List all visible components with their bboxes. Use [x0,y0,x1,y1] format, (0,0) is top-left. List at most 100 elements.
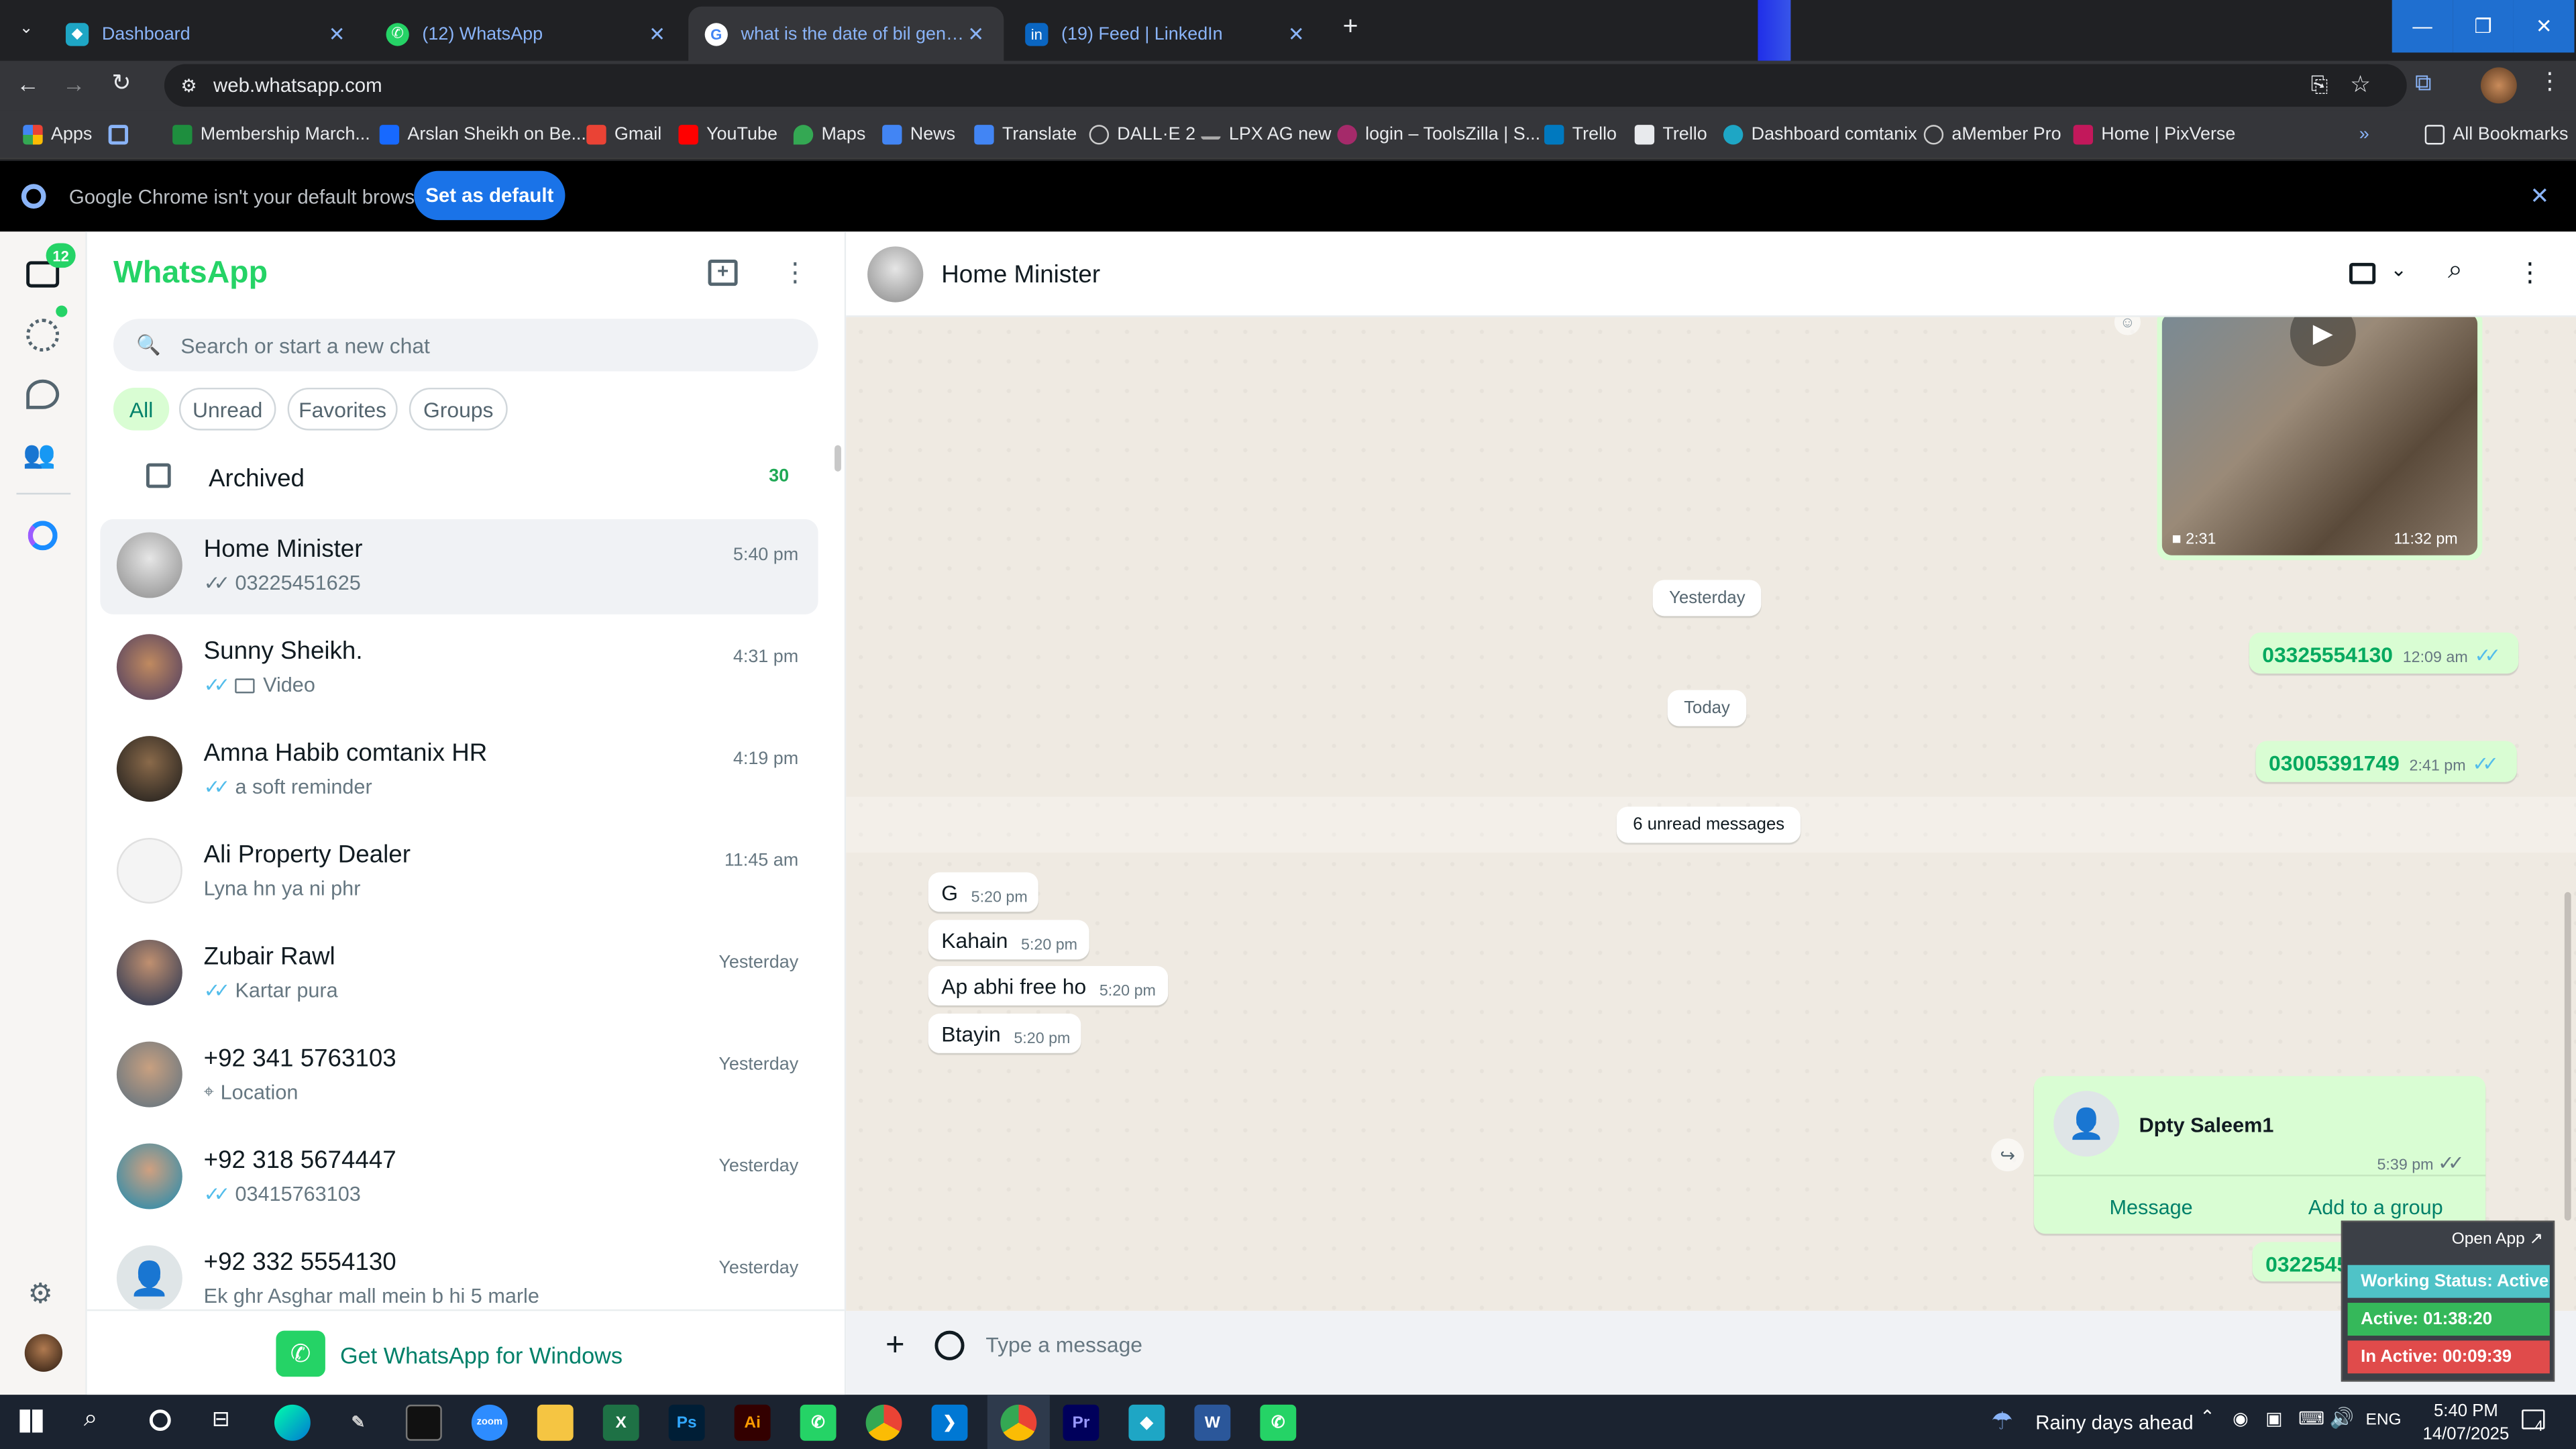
chrome-taskbar-icon[interactable] [865,1404,902,1441]
extensions-icon[interactable]: ⧉ [2415,69,2431,97]
message-input[interactable]: Type a message [985,1332,1142,1357]
bookmark-grid[interactable] [108,121,137,148]
chat-row-home-minister[interactable]: Home Minister ✓✓ 03225451625 5:40 pm [100,519,818,614]
edge-icon[interactable] [274,1404,311,1441]
outgoing-message[interactable]: 03005391749 2:41 pm ✓✓ [2255,741,2517,782]
chat-row-sunny-sheikh[interactable]: Sunny Sheikh. ✓✓ Video 4:31 pm [100,621,818,716]
window-close-icon[interactable]: ✕ [2513,0,2575,53]
forward-icon[interactable]: ↪ [1991,1138,2025,1172]
search-in-chat-icon[interactable]: ⌕ [2448,256,2463,286]
profile-avatar[interactable] [24,1334,63,1372]
close-tab-icon[interactable]: ✕ [1285,22,1307,45]
settings-gear-icon[interactable]: ⚙ [28,1278,53,1311]
cortana-icon[interactable] [149,1409,171,1432]
bookmark-amember[interactable]: aMember Pro [1923,121,2061,148]
file-explorer-icon[interactable] [537,1404,574,1441]
filter-favorites[interactable]: Favorites [287,387,398,431]
bookmark-apps[interactable]: Apps [23,121,92,148]
weather-text[interactable]: Rainy days ahead [2035,1411,2193,1434]
site-info-icon[interactable]: ⚙ [180,74,197,96]
chat-row-923415763103[interactable]: +92 341 5763103 ⌖ Location Yesterday [100,1028,818,1124]
bookmark-maps[interactable]: Maps [793,121,865,148]
contact-card-add-to-group-button[interactable]: Add to a group [2308,1196,2443,1219]
profile-avatar[interactable] [2480,67,2517,104]
windows-start-icon[interactable] [19,1409,43,1433]
conversation-header[interactable]: Home Minister ⌄ ⌕ ⋮ [846,231,2576,317]
contact-card-message-button[interactable]: Message [2109,1196,2192,1219]
close-tab-icon[interactable]: ✕ [965,22,987,45]
tray-app-icon[interactable]: ◉ [2233,1408,2249,1429]
chat-list-scrollbar[interactable] [835,445,841,472]
attach-plus-icon[interactable]: + [885,1328,905,1365]
clock-date[interactable]: 14/07/2025 [2416,1424,2515,1444]
sticker-icon[interactable] [934,1330,965,1360]
pen-tool-icon[interactable]: ✎ [340,1405,376,1441]
excel-icon[interactable]: X [602,1404,639,1441]
chat-row-ali-property[interactable]: Ali Property Dealer Lyna hn ya ni phr 11… [100,824,818,920]
task-view-icon[interactable]: ⊟ [212,1406,230,1432]
all-bookmarks[interactable]: All Bookmarks [2424,121,2568,148]
infobar-close-icon[interactable]: ✕ [2530,182,2549,211]
whatsapp-taskbar-icon[interactable]: ✆ [800,1404,837,1441]
tab-linkedin[interactable]: in (19) Feed | LinkedIn ✕ [1009,7,1324,61]
chat-row-amna-habib[interactable]: Amna Habib comtanix HR ✓✓ a soft reminder… [100,723,818,818]
archived-row[interactable]: Archived 30 [87,447,820,509]
messages-scrollbar[interactable] [2564,892,2571,1221]
network-icon[interactable]: ⌨ [2298,1408,2324,1429]
vscode-icon[interactable]: ❯ [931,1404,968,1441]
play-icon[interactable]: ▶ [2290,317,2356,367]
contact-avatar[interactable] [867,246,924,303]
set-as-default-button[interactable]: Set as default [414,170,566,221]
new-tab-plus-icon[interactable]: + [1331,10,1371,46]
channels-icon[interactable] [26,379,60,409]
bookmark-trello-2[interactable]: Trello [1634,121,1707,148]
bookmark-pixverse[interactable]: Home | PixVerse [2073,121,2235,148]
chrome-active-taskbar-icon[interactable] [1000,1404,1037,1441]
bookmark-dashboard-comtanix[interactable]: Dashboard comtanix [1723,121,1917,148]
incoming-message[interactable]: Kahain 5:20 pm [928,920,1089,960]
address-bar[interactable]: ⚙ web.whatsapp.com ⎘ ☆ [164,64,2407,107]
status-icon[interactable] [26,319,60,352]
bookmark-toolszilla[interactable]: login – ToolsZilla | S... [1337,121,1540,148]
volume-icon[interactable]: 🔊 [2330,1406,2355,1429]
bookmark-dalle[interactable]: DALL·E 2 [1089,121,1195,148]
back-icon[interactable]: ← [16,70,39,97]
chat-menu-icon[interactable]: ⋮ [2517,256,2543,289]
tray-device-icon[interactable]: ▣ [2265,1408,2282,1429]
menu-dots-icon[interactable]: ⋮ [782,256,808,289]
outgoing-message[interactable]: 03325554130 12:09 am ✓✓ [2249,632,2519,674]
minimize-icon[interactable]: — [2392,0,2453,53]
bookmark-youtube[interactable]: YouTube [678,121,777,148]
incoming-message[interactable]: G 5:20 pm [928,872,1039,912]
video-call-icon[interactable] [2349,262,2376,284]
filter-unread[interactable]: Unread [178,387,276,431]
word-icon[interactable]: W [1194,1404,1231,1441]
bookmark-gmail[interactable]: Gmail [586,121,661,148]
chat-row-zubair-rawl[interactable]: Zubair Rawl ✓✓ Kartar pura Yesterday [100,926,818,1022]
incoming-message[interactable]: Btayin 5:20 pm [928,1014,1082,1053]
meta-ai-icon[interactable] [28,521,58,551]
call-dropdown-chevron-icon[interactable]: ⌄ [2390,258,2407,280]
illustrator-icon[interactable]: Ai [734,1404,771,1441]
get-whatsapp-banner[interactable]: ✆ Get WhatsApp for Windows [87,1309,845,1395]
install-app-icon[interactable]: ⎘ [2311,72,2328,99]
tab-search-chevron-icon[interactable]: ⌄ [10,13,43,43]
premiere-icon[interactable]: Pr [1063,1404,1099,1441]
tab-google-search[interactable]: G what is the date of bil generati ✕ [688,6,1004,61]
language-indicator[interactable]: ENG [2366,1411,2402,1430]
zoom-icon[interactable]: zoom [471,1404,508,1441]
bookmark-trello-1[interactable]: Trello [1544,121,1617,148]
tray-chevron-icon[interactable]: ⌃ [2200,1406,2215,1428]
filter-all[interactable]: All [113,387,170,431]
new-chat-icon[interactable]: + [708,259,738,286]
more-bookmarks-icon[interactable]: » [2359,121,2369,148]
tab-whatsapp[interactable]: ✆ (12) WhatsApp ✕ [370,7,685,61]
comtanix-taskbar-icon[interactable]: ◆ [1128,1404,1165,1441]
bookmark-lpx[interactable]: LPX AG new [1201,121,1332,148]
bookmark-news[interactable]: News [882,121,955,148]
bookmark-translate[interactable]: Translate [974,121,1077,148]
reaction-icon[interactable]: ☺ [2114,317,2141,335]
taskbar-search-icon[interactable]: ⌕ [84,1405,98,1433]
photoshop-icon[interactable]: Ps [668,1404,705,1441]
chat-row-923185674447[interactable]: +92 318 5674447 ✓✓ 03415763103 Yesterday [100,1130,818,1226]
